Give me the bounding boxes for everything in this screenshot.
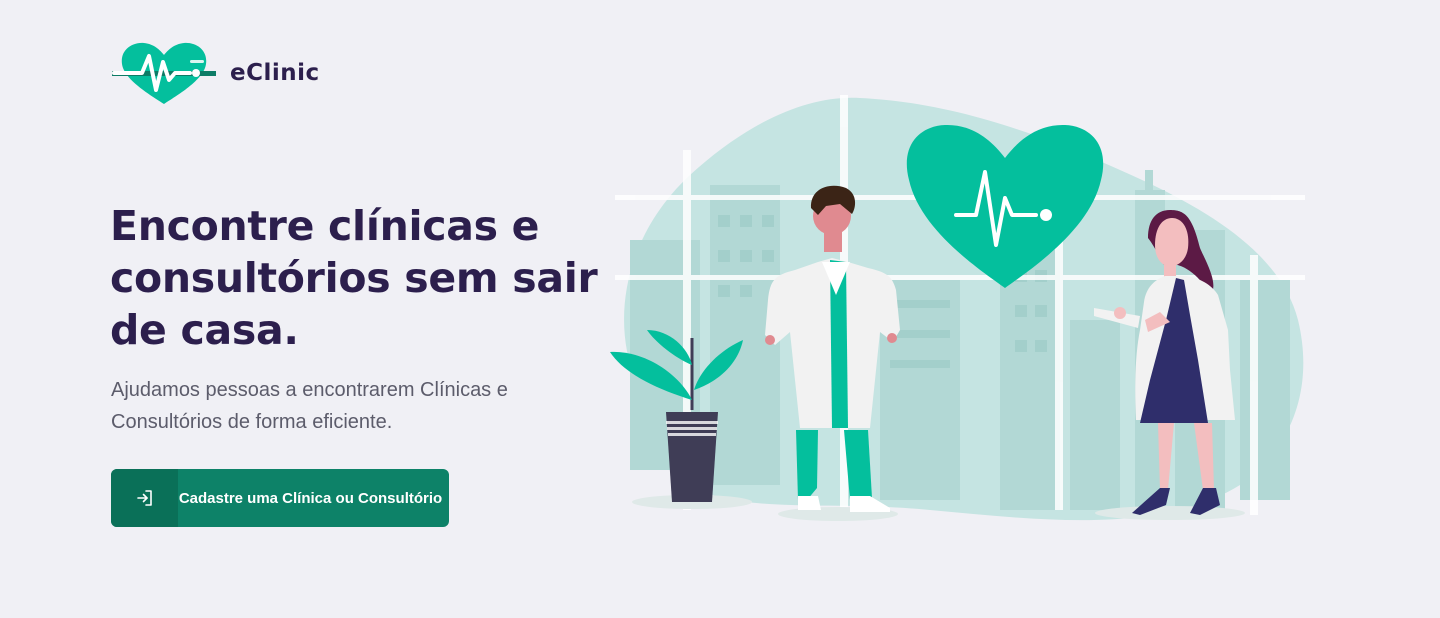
- register-clinic-button[interactable]: Cadastre uma Clínica ou Consultório: [111, 469, 449, 527]
- sign-in-icon: [136, 490, 152, 506]
- cta-icon-container: [111, 469, 178, 527]
- logo[interactable]: eClinic: [112, 40, 320, 106]
- brand-name: eClinic: [230, 60, 320, 86]
- heart-pulse-icon: [112, 42, 216, 104]
- cta-label: Cadastre uma Clínica ou Consultório: [178, 489, 443, 507]
- doctors-illustration: [610, 95, 1305, 521]
- hero-title: Encontre clínicas e consultórios sem sai…: [110, 202, 598, 354]
- hero-subtitle: Ajudamos pessoas a encontrarem Clínicas …: [111, 379, 508, 433]
